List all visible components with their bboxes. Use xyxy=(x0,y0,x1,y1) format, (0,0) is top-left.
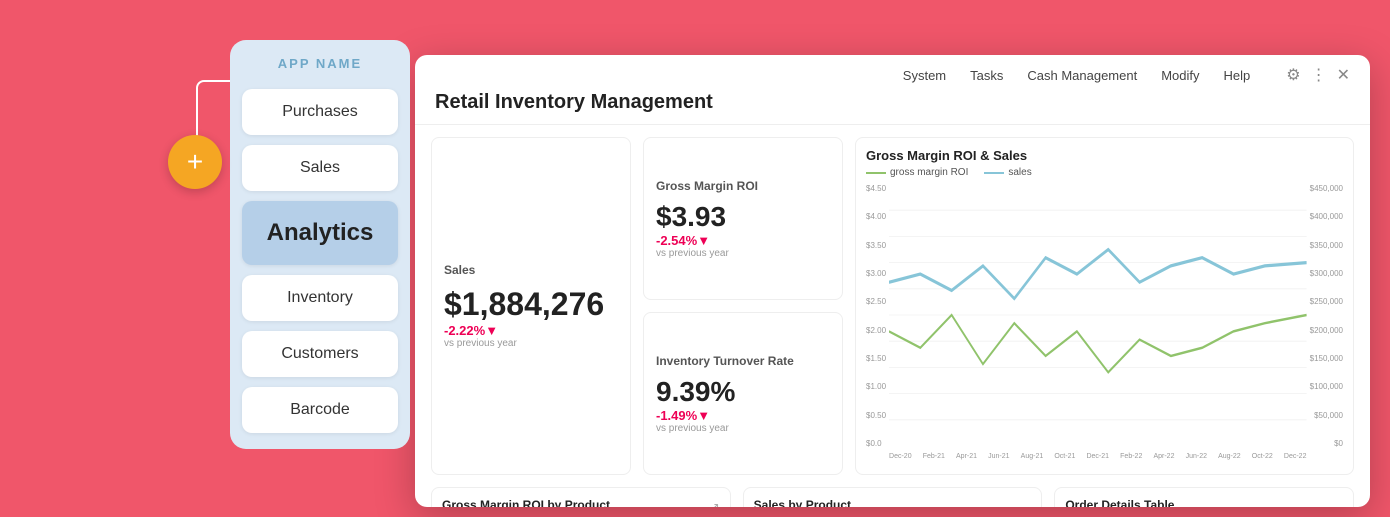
x-label-apr22: Apr-22 xyxy=(1153,453,1174,460)
y-left-9: $0.50 xyxy=(866,411,886,420)
sidebar-item-inventory[interactable]: Inventory xyxy=(242,275,398,321)
inventory-turnover-vs: vs previous year xyxy=(656,423,830,434)
x-label-jun22: Jun-22 xyxy=(1186,453,1207,460)
menu-cash-management[interactable]: Cash Management xyxy=(1027,68,1137,83)
gross-margin-roi-value: $3.93 xyxy=(656,201,830,233)
app-name: APP NAME xyxy=(242,56,398,71)
settings-icon[interactable]: ⚙ xyxy=(1286,65,1300,85)
menu-system[interactable]: System xyxy=(903,68,946,83)
x-label-aug21: Aug-21 xyxy=(1021,453,1044,460)
gross-margin-by-product-card: Gross Margin ROI by Product ↗ bread burg… xyxy=(431,487,731,507)
gross-margin-by-product-title: Gross Margin ROI by Product xyxy=(442,498,610,507)
roi-column: Gross Margin ROI $3.93 -2.54%▼ vs previo… xyxy=(643,137,843,475)
more-icon[interactable]: ⋮ xyxy=(1311,65,1327,85)
sidebar-item-barcode[interactable]: Barcode xyxy=(242,387,398,433)
x-label-aug22: Aug-22 xyxy=(1218,453,1241,460)
y-left-7: $1.50 xyxy=(866,354,886,363)
x-label-apr21: Apr-21 xyxy=(956,453,977,460)
y-right-4: $300,000 xyxy=(1310,269,1343,278)
sidebar-item-purchases[interactable]: Purchases xyxy=(242,89,398,135)
sidebar-item-sales[interactable]: Sales xyxy=(242,145,398,191)
legend-dot-sales xyxy=(984,172,1004,174)
window-controls: ⚙ ⋮ ✕ xyxy=(1286,65,1350,85)
dashboard: Sales $1,884,276 -2.22%▼ vs previous yea… xyxy=(415,125,1370,487)
line-chart-svg xyxy=(889,184,1307,446)
y-right-3: $350,000 xyxy=(1310,241,1343,250)
sidebar-item-analytics[interactable]: Analytics xyxy=(242,201,398,265)
inventory-turnover-card: Inventory Turnover Rate 9.39% -1.49%▼ vs… xyxy=(643,312,843,475)
sales-change: -2.22%▼ xyxy=(444,323,618,338)
y-left-2: $4.00 xyxy=(866,212,886,221)
y-right-8: $100,000 xyxy=(1310,382,1343,391)
expand-icon[interactable]: ↗ xyxy=(710,500,720,507)
sales-value: $1,884,276 xyxy=(444,285,618,323)
inventory-turnover-change: -1.49%▼ xyxy=(656,408,830,423)
y-left-6: $2.00 xyxy=(866,326,886,335)
gross-margin-chart-title: Gross Margin ROI & Sales xyxy=(866,148,1343,163)
sales-vs-text: vs previous year xyxy=(444,338,618,349)
y-right-1: $450,000 xyxy=(1310,184,1343,193)
legend-gross-margin: gross margin ROI xyxy=(866,167,968,178)
x-label-oct21: Oct-21 xyxy=(1054,453,1075,460)
sales-by-product-card: Sales by Product ⊞ Total sales : 8M xyxy=(743,487,1043,507)
x-label-dec22: Dec-22 xyxy=(1284,453,1307,460)
legend-sales: sales xyxy=(984,167,1031,178)
inventory-turnover-title: Inventory Turnover Rate xyxy=(656,354,830,368)
sales-title: Sales xyxy=(444,263,618,277)
gross-margin-roi-card: Gross Margin ROI $3.93 -2.54%▼ vs previo… xyxy=(643,137,843,300)
y-left-3: $3.50 xyxy=(866,241,886,250)
x-label-jun21: Jun-21 xyxy=(988,453,1009,460)
sales-card: Sales $1,884,276 -2.22%▼ vs previous yea… xyxy=(431,137,631,475)
window-title: Retail Inventory Management xyxy=(415,85,1370,125)
legend-label-sales: sales xyxy=(1008,167,1031,178)
menu-modify[interactable]: Modify xyxy=(1161,68,1199,83)
y-right-2: $400,000 xyxy=(1310,212,1343,221)
legend-label-gross-margin: gross margin ROI xyxy=(890,167,968,178)
inventory-turnover-value: 9.39% xyxy=(656,376,830,408)
menu-help[interactable]: Help xyxy=(1224,68,1251,83)
y-left-5: $2.50 xyxy=(866,297,886,306)
chart-legend: gross margin ROI sales xyxy=(866,167,1343,178)
sidebar: APP NAME Purchases Sales Analytics Inven… xyxy=(230,40,410,449)
x-label-dec21: Dec-21 xyxy=(1086,453,1109,460)
x-label-dec20: Dec-20 xyxy=(889,453,912,460)
gross-margin-chart: Gross Margin ROI & Sales gross margin RO… xyxy=(855,137,1354,475)
gross-margin-roi-change: -2.54%▼ xyxy=(656,233,830,248)
legend-dot-gross-margin xyxy=(866,172,886,174)
y-right-5: $250,000 xyxy=(1310,297,1343,306)
y-left-8: $1.00 xyxy=(866,382,886,391)
main-window: System Tasks Cash Management Modify Help… xyxy=(415,55,1370,507)
y-left-1: $4.50 xyxy=(866,184,886,193)
order-details-title: Order Details Table xyxy=(1065,498,1343,507)
menu-tasks[interactable]: Tasks xyxy=(970,68,1003,83)
gross-margin-roi-title: Gross Margin ROI xyxy=(656,179,830,193)
x-label-feb21: Feb-21 xyxy=(923,453,945,460)
sales-by-product-title: Sales by Product xyxy=(754,498,1032,507)
y-left-10: $0.0 xyxy=(866,439,886,448)
y-right-10: $0 xyxy=(1310,439,1343,448)
sidebar-item-customers[interactable]: Customers xyxy=(242,331,398,377)
menu-bar: System Tasks Cash Management Modify Help… xyxy=(415,55,1370,85)
order-details-card: Order Details Table SKU ⇅ type ⇅ ordered… xyxy=(1054,487,1354,507)
plus-icon: + xyxy=(187,146,203,178)
y-right-9: $50,000 xyxy=(1310,411,1343,420)
gross-margin-roi-vs: vs previous year xyxy=(656,248,830,259)
y-right-6: $200,000 xyxy=(1310,326,1343,335)
y-right-7: $150,000 xyxy=(1310,354,1343,363)
y-left-4: $3.00 xyxy=(866,269,886,278)
add-button[interactable]: + xyxy=(168,135,222,189)
bottom-row: Gross Margin ROI by Product ↗ bread burg… xyxy=(415,487,1370,507)
x-label-oct22: Oct-22 xyxy=(1252,453,1273,460)
close-icon[interactable]: ✕ xyxy=(1337,65,1350,85)
x-label-feb22: Feb-22 xyxy=(1120,453,1142,460)
